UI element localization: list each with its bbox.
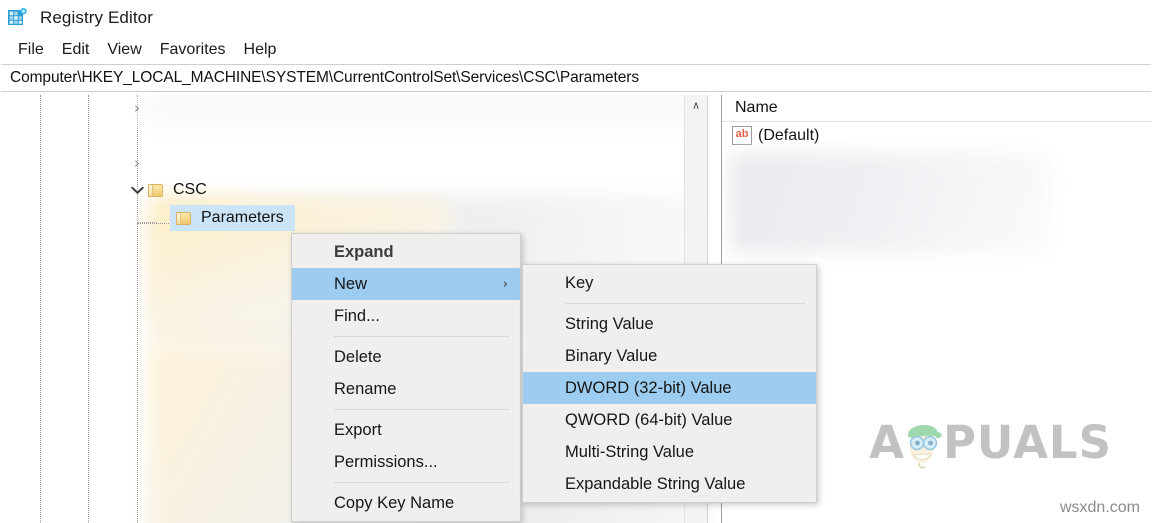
new-submenu[interactable]: Key String Value Binary Value DWORD (32-… xyxy=(522,264,817,503)
registry-path: Computer\HKEY_LOCAL_MACHINE\SYSTEM\Curre… xyxy=(1,69,639,87)
tree-node-parameters[interactable]: Parameters xyxy=(170,205,295,231)
context-menu-item-find[interactable]: Find... xyxy=(292,300,520,332)
tree-guide-line xyxy=(137,223,169,224)
submenu-item-multi-string-value[interactable]: Multi-String Value xyxy=(523,436,816,468)
context-menu-item-export[interactable]: Export xyxy=(292,414,520,446)
submenu-item-qword-64bit-value[interactable]: QWORD (64-bit) Value xyxy=(523,404,816,436)
value-row-default[interactable]: ab (Default) xyxy=(722,122,1152,149)
context-menu-item-permissions[interactable]: Permissions... xyxy=(292,446,520,478)
values-column-header: Name xyxy=(722,95,1152,122)
context-menu-item-expand[interactable]: Expand xyxy=(292,236,520,268)
context-menu-item-label: Export xyxy=(334,421,382,440)
submenu-item-label: Key xyxy=(565,274,593,293)
submenu-item-dword-32bit-value[interactable]: DWORD (32-bit) Value xyxy=(523,372,816,404)
context-menu-separator xyxy=(334,482,510,483)
title-bar: Registry Editor xyxy=(0,0,1152,36)
address-bar[interactable]: Computer\HKEY_LOCAL_MACHINE\SYSTEM\Curre… xyxy=(1,64,1151,92)
registry-editor-icon xyxy=(7,7,29,29)
redacted-values-region xyxy=(730,153,1050,253)
tree-node-label: CSC xyxy=(172,180,212,201)
chevron-down-icon[interactable] xyxy=(126,183,148,198)
tree-guide-line xyxy=(88,95,89,523)
submenu-item-binary-value[interactable]: Binary Value xyxy=(523,340,816,372)
menu-file[interactable]: File xyxy=(9,39,53,61)
menu-edit[interactable]: Edit xyxy=(53,39,99,61)
ab-string-icon: ab xyxy=(732,126,752,145)
tree-node-label xyxy=(148,107,154,110)
tree-node[interactable]: › xyxy=(126,95,154,121)
context-menu-item-delete[interactable]: Delete xyxy=(292,341,520,373)
menu-view[interactable]: View xyxy=(98,39,150,61)
context-menu-item-label: New xyxy=(334,275,367,294)
tree-node-label: Parameters xyxy=(200,208,289,229)
submenu-item-label: Multi-String Value xyxy=(565,443,694,462)
redacted-tree-region xyxy=(142,95,702,130)
submenu-item-label: Binary Value xyxy=(565,347,657,366)
submenu-item-key[interactable]: Key xyxy=(523,267,816,299)
site-watermark: wsxdn.com xyxy=(1060,499,1140,517)
menu-favorites[interactable]: Favorites xyxy=(151,39,235,61)
folder-icon xyxy=(176,211,193,225)
chevron-right-icon: › xyxy=(503,277,508,292)
menu-help[interactable]: Help xyxy=(235,39,286,61)
scroll-up-arrow-icon[interactable]: ∧ xyxy=(685,99,707,112)
context-menu-item-label: Find... xyxy=(334,307,380,326)
submenu-item-label: String Value xyxy=(565,315,654,334)
submenu-item-label: DWORD (32-bit) Value xyxy=(565,379,732,398)
folder-icon xyxy=(148,183,165,197)
context-menu-item-label: Rename xyxy=(334,380,396,399)
context-menu-item-copy-key-name[interactable]: Copy Key Name xyxy=(292,487,520,519)
chevron-right-icon[interactable]: › xyxy=(126,101,148,116)
submenu-item-expandable-string-value[interactable]: Expandable String Value xyxy=(523,468,816,500)
submenu-item-string-value[interactable]: String Value xyxy=(523,308,816,340)
column-name[interactable]: Name xyxy=(722,99,778,117)
context-menu-item-label: Expand xyxy=(334,243,394,262)
context-menu-item-label: Permissions... xyxy=(334,453,438,472)
context-menu-separator xyxy=(334,409,510,410)
tree-node-csc[interactable]: CSC xyxy=(126,177,212,203)
chevron-right-icon[interactable]: › xyxy=(126,156,148,171)
submenu-item-label: QWORD (64-bit) Value xyxy=(565,411,732,430)
menu-bar: File Edit View Favorites Help xyxy=(0,36,1152,64)
context-menu-item-rename[interactable]: Rename xyxy=(292,373,520,405)
context-menu-separator xyxy=(334,336,510,337)
context-menu-item-label: Delete xyxy=(334,348,382,367)
tree-node[interactable]: › xyxy=(126,150,154,176)
submenu-separator xyxy=(565,303,806,304)
value-name: (Default) xyxy=(758,127,819,145)
context-menu[interactable]: Expand New › Find... Delete Rename Expor… xyxy=(291,233,521,522)
context-menu-item-new[interactable]: New › xyxy=(292,268,520,300)
tree-guide-line xyxy=(40,95,41,523)
window-title: Registry Editor xyxy=(40,8,153,28)
submenu-item-label: Expandable String Value xyxy=(565,475,745,494)
tree-node-label xyxy=(148,162,154,165)
context-menu-item-label: Copy Key Name xyxy=(334,494,454,513)
